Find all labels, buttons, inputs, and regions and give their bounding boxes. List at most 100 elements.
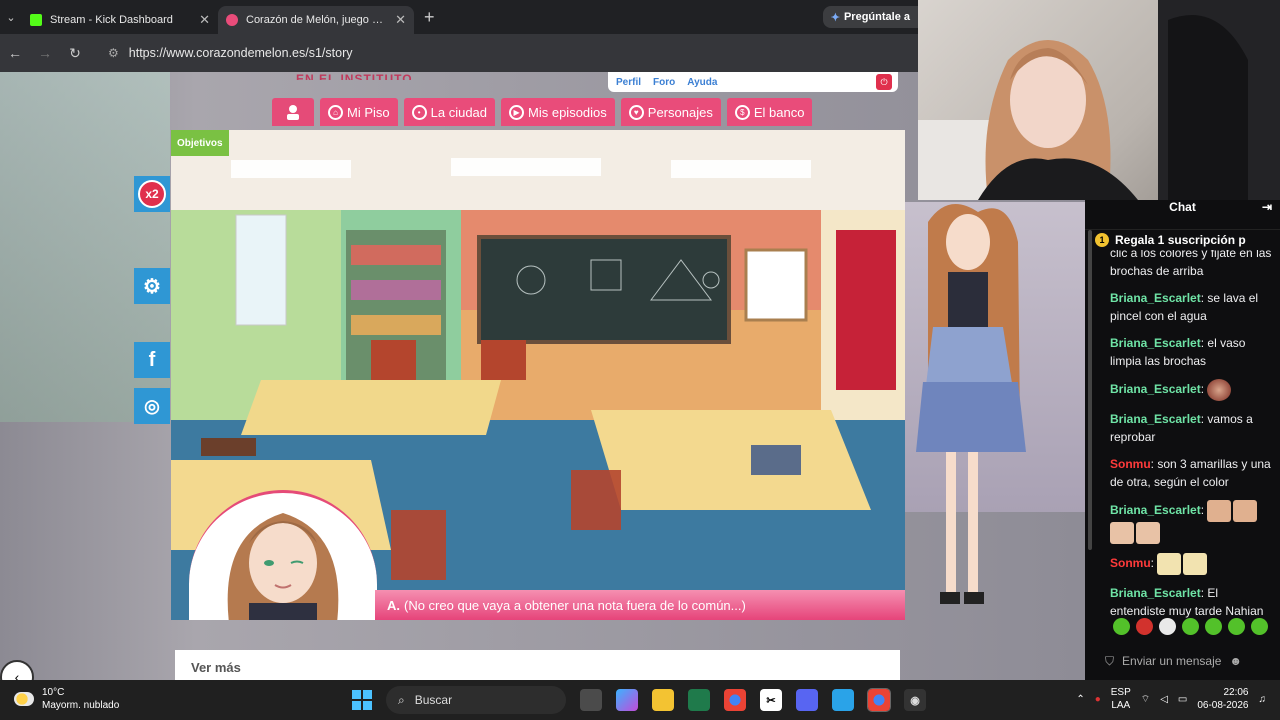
- chat-username[interactable]: Briana_Escarlet: [1110, 586, 1201, 600]
- stream-chat-panel: Chat ⇥ 1 Regala 1 suscripción p clic a l…: [1085, 200, 1280, 680]
- message-text: clic a los colores y fijate en las broch…: [1110, 246, 1272, 278]
- nav-el-banco[interactable]: $ El banco: [726, 98, 813, 126]
- windows-start-icon[interactable]: [352, 690, 372, 710]
- back-icon[interactable]: ←: [0, 45, 30, 61]
- chat-header: Chat ⇥: [1085, 200, 1280, 230]
- emote-icon[interactable]: [1228, 618, 1245, 635]
- gift-sub-banner[interactable]: 1 Regala 1 suscripción p: [1095, 230, 1280, 250]
- x2-bonus-button[interactable]: x2: [134, 176, 170, 212]
- browser-addressbar: ← → ↻ ⚙ https://www.corazondemelon.es/s1…: [0, 34, 918, 72]
- capcut-icon[interactable]: ✂: [760, 689, 782, 711]
- nav-label: Mi Piso: [347, 104, 390, 120]
- gemini-button[interactable]: ✦ Pregúntale a: [822, 6, 918, 28]
- tab-list-icon[interactable]: ⌄: [0, 11, 22, 24]
- emote-icon: [1233, 500, 1258, 522]
- tab-kick-dashboard[interactable]: Stream - Kick Dashboard ✕: [22, 6, 218, 34]
- emote-icon[interactable]: [1182, 618, 1199, 635]
- reload-icon[interactable]: ↻: [60, 45, 90, 62]
- weather-widget[interactable]: 10°C Mayorm. nublado: [14, 686, 119, 712]
- instagram-icon[interactable]: ◎: [134, 388, 170, 424]
- x2-badge: x2: [138, 180, 166, 208]
- emoji-icon[interactable]: ☻: [1229, 654, 1242, 668]
- nav-home[interactable]: [272, 98, 314, 126]
- ayuda-link[interactable]: Ayuda: [687, 77, 717, 88]
- volume-icon[interactable]: ◁: [1160, 694, 1168, 705]
- chat-username[interactable]: Briana_Escarlet: [1110, 503, 1201, 517]
- dialogue-choice-a[interactable]: A. (No creo que vaya a obtener una nota …: [375, 590, 905, 620]
- chevron-left-icon[interactable]: ‹: [0, 660, 34, 680]
- message-text: :: [1200, 382, 1205, 397]
- tab-title: Stream - Kick Dashboard: [50, 14, 173, 26]
- tab-corazon-de-melon[interactable]: Corazón de Melón, juego de ar ✕: [218, 6, 414, 34]
- nav-mis-episodios[interactable]: ▶ Mis episodios: [501, 98, 615, 126]
- facebook-icon[interactable]: f: [134, 342, 170, 378]
- battery-icon[interactable]: ▭: [1178, 694, 1187, 705]
- foro-link[interactable]: Foro: [653, 77, 675, 88]
- chat-username[interactable]: Sonmu: [1110, 457, 1151, 471]
- emote-icon[interactable]: [1113, 618, 1130, 635]
- url-field[interactable]: ⚙ https://www.corazondemelon.es/s1/story: [108, 46, 352, 60]
- user-home-icon: [287, 105, 299, 120]
- taskbar-search[interactable]: ⌕ Buscar: [386, 686, 566, 714]
- map-pin-icon: •: [411, 104, 427, 120]
- nav-mi-piso[interactable]: ⌂ Mi Piso: [320, 98, 398, 126]
- wifi-icon[interactable]: ⌔: [1141, 693, 1150, 706]
- streamer-webcam-image: [918, 0, 1280, 200]
- close-tab-icon[interactable]: ✕: [395, 12, 406, 28]
- perfil-link[interactable]: Perfil: [616, 77, 641, 88]
- chat-scrollbar[interactable]: [1088, 230, 1092, 550]
- character-fullbody: [908, 202, 1048, 622]
- emote-icon: [1157, 553, 1182, 575]
- nav-label: La ciudad: [430, 104, 488, 120]
- language-indicator[interactable]: ESP LAA: [1111, 686, 1131, 712]
- clock[interactable]: 22:06 06-08-2026: [1197, 686, 1248, 712]
- main-nav: ⌂ Mi Piso • La ciudad ▶ Mis episodios ♥ …: [272, 98, 813, 126]
- nav-label: Personajes: [647, 104, 713, 120]
- settings-gear-icon[interactable]: ⚙: [134, 268, 170, 304]
- chat-message: Briana_Escarlet:: [1110, 379, 1275, 401]
- site-logo[interactable]: EN EL INSTITUTO: [296, 72, 596, 80]
- app-icon[interactable]: [688, 689, 710, 711]
- notification-bell-icon[interactable]: ♫: [1259, 694, 1267, 705]
- chat-input[interactable]: ⛉ Enviar un mensaje ☻: [1105, 646, 1275, 676]
- chat-username[interactable]: Briana_Escarlet: [1110, 291, 1201, 305]
- nav-label: Mis episodios: [528, 104, 607, 120]
- chat-username[interactable]: Briana_Escarlet: [1110, 412, 1201, 426]
- emote-icon[interactable]: [1205, 618, 1222, 635]
- close-tab-icon[interactable]: ✕: [199, 12, 210, 28]
- chat-username[interactable]: Sonmu: [1110, 556, 1151, 570]
- emote-icon[interactable]: [1251, 618, 1268, 635]
- obs-icon[interactable]: ◉: [904, 689, 926, 711]
- shield-icon[interactable]: ⛉: [1105, 654, 1114, 669]
- chat-message: Briana_Escarlet: vamos a reprobar: [1110, 410, 1275, 446]
- discord-icon[interactable]: [796, 689, 818, 711]
- nav-la-ciudad[interactable]: • La ciudad: [403, 98, 496, 126]
- chevron-up-icon[interactable]: ⌃: [1076, 694, 1084, 705]
- copilot-icon[interactable]: [616, 689, 638, 711]
- kick-favicon-icon: [30, 14, 42, 26]
- task-view-icon[interactable]: [580, 689, 602, 711]
- emote-icon: [1110, 522, 1134, 544]
- system-tray: ⌃ ● ESP LAA ⌔ ◁ ▭ 22:06 06-08-2026 ♫: [1076, 686, 1266, 712]
- forward-icon[interactable]: →: [30, 45, 60, 61]
- chrome-active-icon[interactable]: [867, 688, 891, 712]
- chrome-icon[interactable]: [724, 689, 746, 711]
- store-icon[interactable]: [832, 689, 854, 711]
- file-explorer-icon[interactable]: [652, 689, 674, 711]
- site-info-icon[interactable]: ⚙: [108, 46, 119, 60]
- mic-icon[interactable]: ●: [1095, 694, 1101, 705]
- chat-username[interactable]: Briana_Escarlet: [1110, 382, 1201, 396]
- emote-icon[interactable]: [1159, 618, 1176, 635]
- new-tab-icon[interactable]: +: [424, 7, 435, 28]
- gift-icon: 1: [1095, 233, 1109, 247]
- chat-username[interactable]: Briana_Escarlet: [1110, 336, 1201, 350]
- top-links: Perfil Foro Ayuda: [608, 72, 898, 92]
- ver-mas-panel[interactable]: Ver más: [175, 650, 900, 680]
- objectives-tab[interactable]: Objetivos: [171, 130, 229, 156]
- logout-icon[interactable]: ⏻: [876, 74, 892, 90]
- character-sprite-image: [916, 204, 1026, 604]
- chat-title: Chat: [1169, 200, 1196, 214]
- chat-popout-icon[interactable]: ⇥: [1262, 200, 1272, 214]
- emote-icon[interactable]: [1136, 618, 1153, 635]
- nav-personajes[interactable]: ♥ Personajes: [620, 98, 721, 126]
